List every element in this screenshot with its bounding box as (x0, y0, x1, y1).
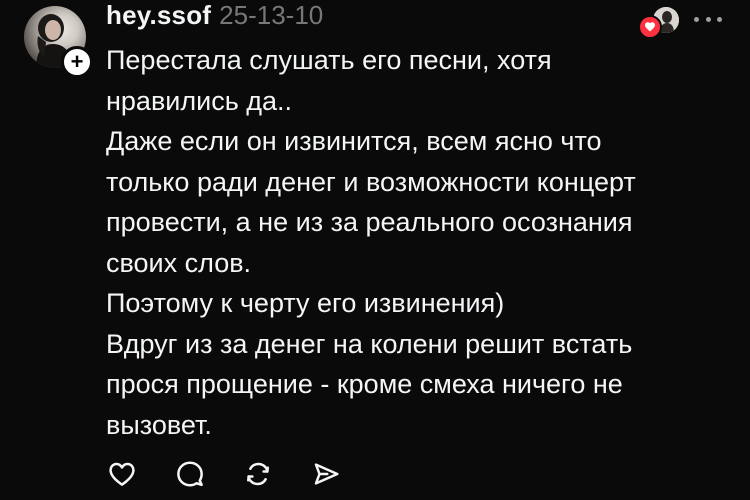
username[interactable]: hey.ssof (106, 0, 211, 31)
heart-icon (638, 15, 662, 39)
plus-icon: + (70, 49, 84, 74)
post-header: hey.ssof 25-13-10 (106, 0, 323, 36)
share-button[interactable] (308, 456, 344, 492)
send-icon (314, 463, 339, 485)
follow-plus-button[interactable]: + (61, 46, 93, 78)
more-options-button[interactable] (690, 4, 726, 34)
post-text: Перестала слушать его песни, хотя нравил… (106, 40, 736, 445)
post-date: 25-13-10 (219, 0, 324, 30)
more-horizontal-icon (694, 16, 699, 22)
post-actions (104, 456, 376, 492)
speech-bubble-icon (177, 461, 203, 487)
post-paragraph: Вдруг из за денег на колени решит встать… (106, 328, 633, 440)
heart-outline-icon (109, 462, 135, 486)
comment-button[interactable] (172, 456, 208, 492)
repost-icon (247, 462, 269, 486)
like-button[interactable] (104, 456, 140, 492)
post-paragraph: Даже если он извинится, всем ясно что то… (106, 126, 636, 278)
thread-post: + hey.ssof 25-13-10 Перестала слушать ег… (0, 0, 750, 500)
repost-button[interactable] (240, 456, 276, 492)
post-paragraph: Перестала слушать его песни, хотя нравил… (106, 45, 552, 116)
post-paragraph: Поэтому к черту его извинения) (106, 288, 505, 318)
reactors-indicator[interactable] (638, 6, 682, 39)
